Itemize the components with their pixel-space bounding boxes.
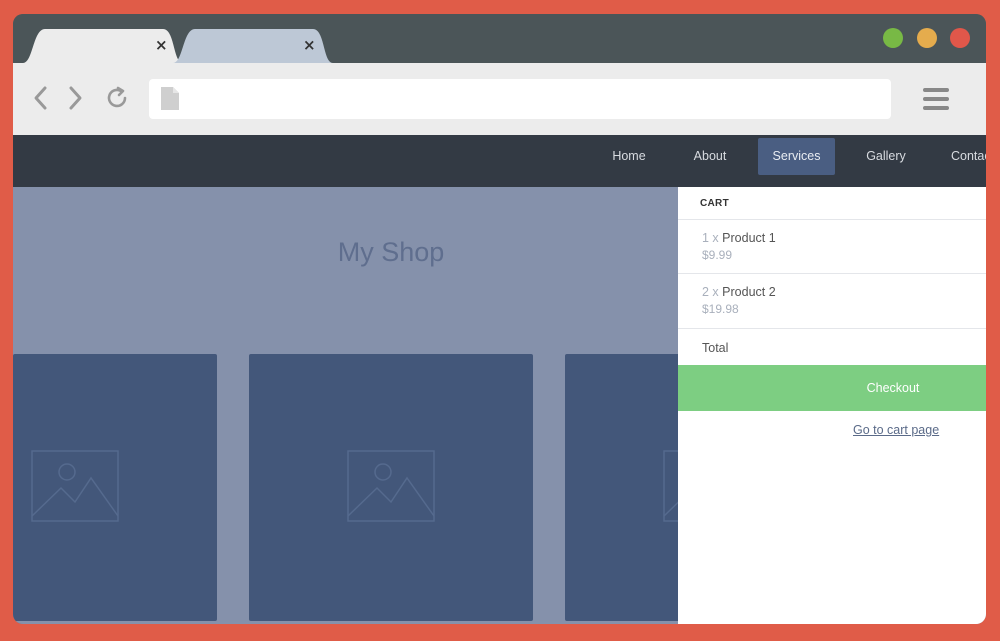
product-card[interactable] [249, 354, 533, 621]
cart-item-price: $19.98 [702, 302, 739, 316]
chevron-left-icon [34, 86, 47, 110]
image-placeholder-icon [31, 450, 119, 522]
checkout-button[interactable]: Checkout [678, 365, 986, 411]
forward-button[interactable] [63, 85, 87, 111]
image-placeholder-icon [347, 450, 435, 522]
cart-total-label: Total [702, 341, 729, 355]
product-card[interactable] [13, 354, 217, 621]
cart-item-name: Product 2 [722, 285, 776, 299]
tab-inactive[interactable]: × [173, 29, 333, 63]
go-to-cart-link[interactable]: Go to cart page [853, 423, 939, 437]
cart-item: 2 x Product 2 $19.98 [702, 285, 776, 316]
cart-item-qty: 2 x [702, 285, 719, 299]
cart-header: CART [700, 198, 729, 209]
tab-close-icon[interactable]: × [303, 37, 316, 53]
maximize-dot[interactable] [883, 28, 903, 48]
cart-item: 1 x Product 1 $9.99 [702, 231, 776, 262]
reload-button[interactable] [105, 85, 129, 111]
cart-item-name: Product 1 [722, 231, 776, 245]
nav-contact[interactable]: Contact [951, 138, 986, 175]
document-icon [161, 87, 179, 110]
cart-item-qty: 1 x [702, 231, 719, 245]
tab-close-icon[interactable]: × [155, 37, 168, 53]
nav-about[interactable]: About [679, 138, 741, 175]
divider [678, 273, 986, 274]
close-dot[interactable] [950, 28, 970, 48]
page-title: My Shop [337, 237, 445, 267]
browser-toolbar [13, 63, 986, 135]
nav-gallery[interactable]: Gallery [854, 138, 918, 175]
tab-active[interactable]: × [23, 29, 183, 63]
chevron-right-icon [69, 86, 82, 110]
nav-services[interactable]: Services [758, 138, 835, 175]
minimize-dot[interactable] [917, 28, 937, 48]
cart-panel: CART 1 x Product 1 $9.99 2 x Product 2 $… [678, 187, 986, 624]
back-button[interactable] [29, 85, 53, 111]
reload-icon [107, 86, 127, 108]
address-bar[interactable] [149, 79, 891, 119]
cart-item-price: $9.99 [702, 248, 733, 262]
divider [678, 328, 986, 329]
hamburger-menu-icon[interactable] [923, 88, 949, 110]
site-navigation: Home About Services Gallery Contact [13, 135, 986, 187]
nav-home[interactable]: Home [601, 138, 657, 175]
browser-window: × × Home About Services Gallery Conta My… [13, 14, 986, 624]
divider [678, 219, 986, 220]
title-bar: × × [13, 14, 986, 63]
